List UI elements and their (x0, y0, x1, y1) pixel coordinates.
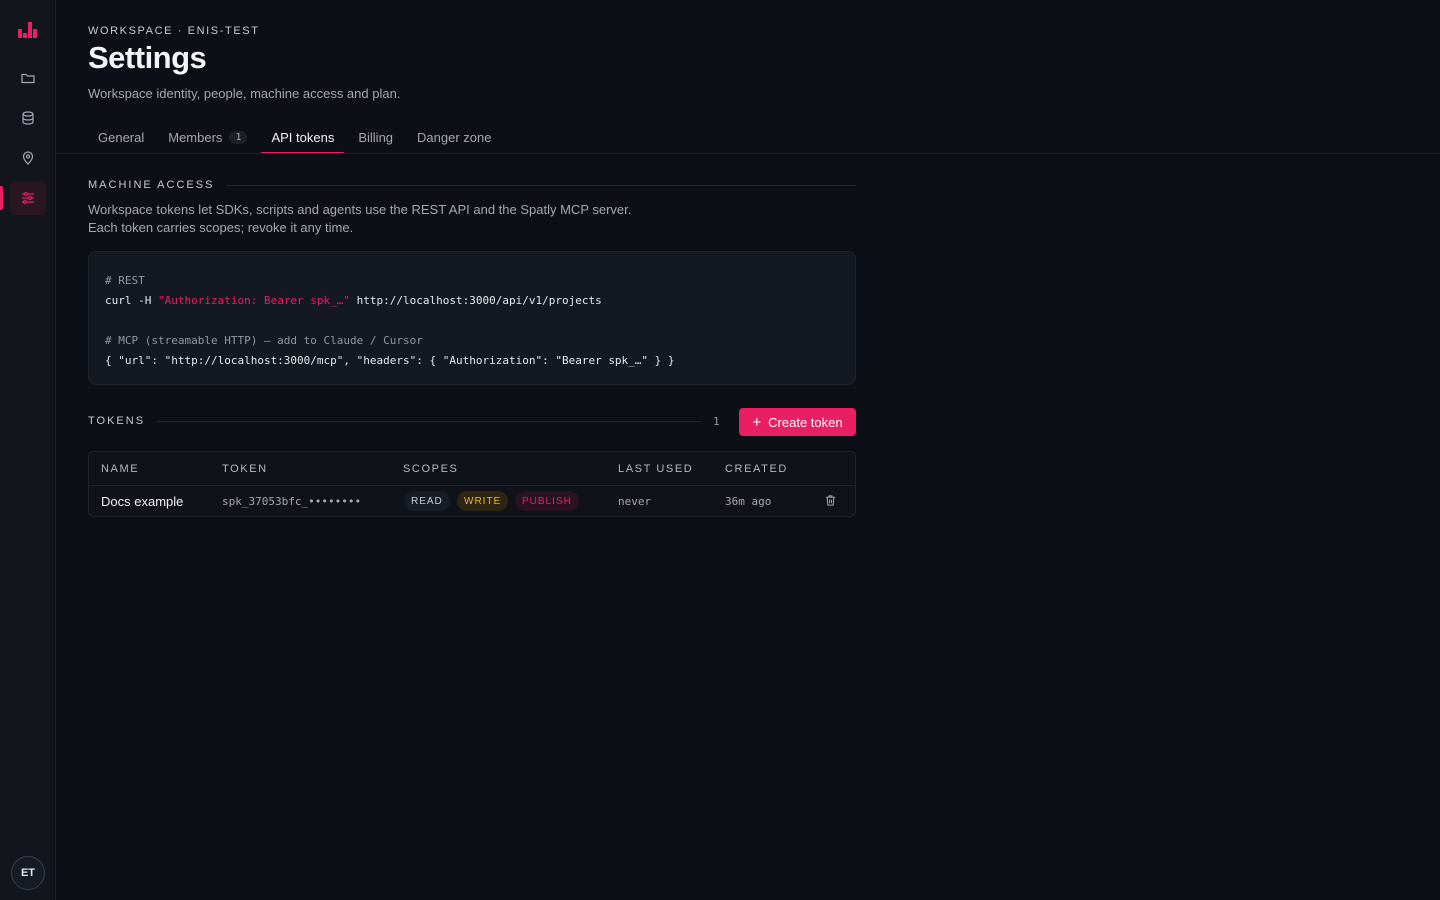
sidebar-item-datasets[interactable] (10, 101, 46, 135)
sidebar-item-settings[interactable] (10, 181, 46, 215)
divider (157, 420, 702, 422)
folder-icon (21, 73, 35, 84)
token-value: spk_37053bfc_•••••••• (222, 495, 362, 508)
column-header-token: TOKEN (222, 463, 268, 475)
machine-access-heading: MACHINE ACCESS (88, 179, 856, 191)
tab-danger-zone[interactable]: Danger zone (407, 120, 501, 154)
page-subtitle: Workspace identity, people, machine acce… (88, 86, 401, 101)
page-title: Settings (88, 40, 207, 75)
tokens-heading: TOKENS (88, 415, 702, 427)
scope-badge-read: READ (404, 491, 450, 511)
members-count-badge: 1 (229, 130, 248, 144)
tab-billing[interactable]: Billing (348, 120, 403, 154)
tokens-count: 1 (713, 415, 720, 428)
machine-access-description: Workspace tokens let SDKs, scripts and a… (88, 202, 632, 235)
divider (89, 485, 855, 486)
divider (226, 184, 856, 186)
tab-members[interactable]: Members 1 (158, 120, 257, 154)
column-header-last-used: LAST USED (618, 463, 694, 475)
bar-chart-logo-icon[interactable] (17, 20, 39, 40)
tabs-divider (56, 153, 1440, 154)
sidebar-active-indicator (0, 186, 3, 210)
tab-api-tokens[interactable]: API tokens (261, 120, 345, 154)
database-icon (22, 111, 34, 125)
tokens-table: NAME TOKEN SCOPES LAST USED CREATED Docs… (88, 451, 856, 517)
scope-badge-write: WRITE (457, 491, 509, 511)
sliders-icon (22, 191, 34, 205)
plus-icon: + (752, 413, 762, 431)
mcp-config: { "url": "http://localhost:3000/mcp", "h… (105, 354, 675, 367)
column-header-scopes: SCOPES (403, 463, 459, 475)
scope-badge-publish: PUBLISH (515, 491, 579, 511)
code-snippet[interactable]: # REST curl -H "Authorization: Bearer sp… (88, 251, 856, 385)
sidebar: ET (0, 0, 56, 900)
token-last-used: never (618, 495, 652, 508)
trash-icon[interactable] (824, 494, 837, 507)
column-header-created: CREATED (725, 463, 788, 475)
token-created: 36m ago (725, 495, 772, 508)
column-header-name: NAME (101, 463, 140, 475)
breadcrumb: WORKSPACE · ENIS-TEST (88, 25, 260, 37)
mcp-comment: # MCP (streamable HTTP) — add to Claude … (105, 334, 423, 347)
rest-comment: # REST (105, 274, 145, 287)
sidebar-item-places[interactable] (10, 141, 46, 175)
sidebar-item-projects[interactable] (10, 61, 46, 95)
create-token-button[interactable]: + Create token (739, 408, 856, 436)
map-pin-icon (22, 151, 34, 165)
rest-command: curl -H "Authorization: Bearer spk_…" ht… (105, 294, 602, 307)
tab-general[interactable]: General (88, 120, 154, 154)
avatar[interactable]: ET (11, 856, 45, 890)
token-name: Docs example (101, 494, 184, 509)
settings-tabs: General Members 1 API tokens Billing Dang… (88, 120, 505, 154)
